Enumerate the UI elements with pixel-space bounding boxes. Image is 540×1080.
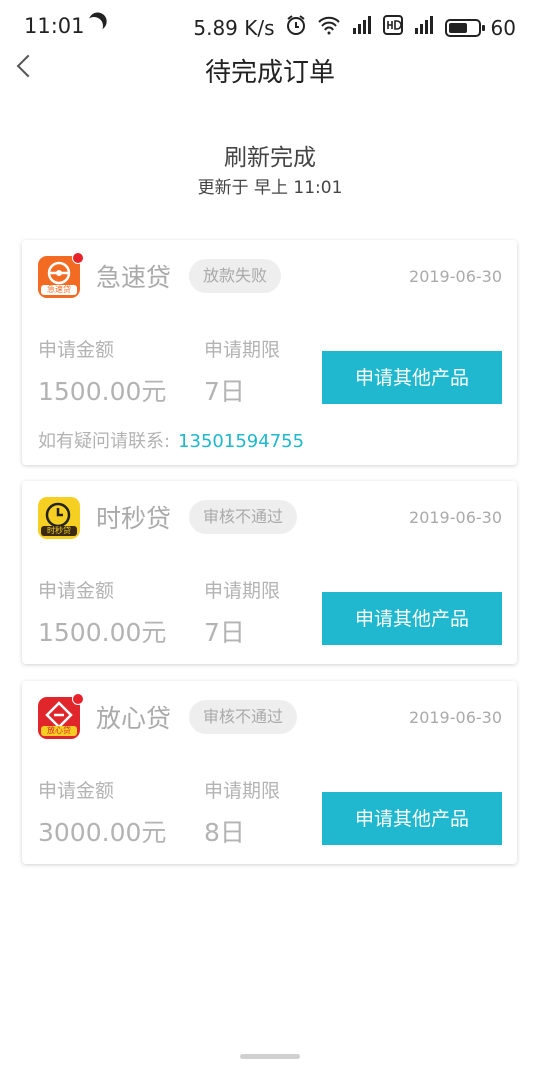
home-indicator[interactable] [240, 1054, 300, 1059]
order-card: 急速贷 急速贷 放款失败 2019-06-30 申请金额 申请期限 1500.0… [22, 240, 517, 465]
status-badge: 审核不通过 [189, 500, 298, 534]
moon-icon [82, 14, 105, 37]
notification-dot [72, 693, 84, 705]
product-name: 急速贷 [96, 263, 172, 292]
apply-other-product-button[interactable]: 申请其他产品 [322, 351, 502, 404]
refresh-title: 刷新完成 [224, 145, 316, 171]
term-value: 7日 [204, 618, 245, 647]
product-logo-icon: 放心贷 [38, 693, 84, 739]
order-date: 2019-06-30 [409, 267, 502, 286]
status-bar: 11:01 5.89 K/s 60 [0, 0, 540, 56]
product-name: 放心贷 [96, 704, 172, 733]
page-title: 待完成订单 [204, 58, 335, 88]
amount-value: 1500.00元 [38, 377, 167, 406]
battery-level: 60 [490, 15, 516, 40]
order-card: 时秒贷 时秒贷 审核不通过 2019-06-30 申请金额 申请期限 1500.… [22, 481, 517, 664]
status-time: 11:01 [24, 14, 85, 38]
amount-value: 1500.00元 [38, 618, 167, 647]
network-speed: 5.89 K/s [193, 15, 275, 40]
alarm-icon [285, 14, 307, 41]
signal-icon [351, 15, 373, 40]
wifi-icon [317, 15, 341, 40]
order-date: 2019-06-30 [409, 508, 502, 527]
term-label: 申请期限 [204, 339, 281, 361]
logo-label: 急速贷 [41, 285, 77, 295]
logo-label: 放心贷 [41, 726, 77, 736]
amount-label: 申请金额 [38, 580, 115, 602]
hd-icon [382, 15, 403, 40]
apply-other-product-button[interactable]: 申请其他产品 [322, 792, 502, 845]
term-value: 8日 [204, 818, 245, 847]
order-date: 2019-06-30 [409, 708, 502, 727]
amount-value: 3000.00元 [38, 818, 167, 847]
signal-icon-2 [413, 15, 435, 40]
amount-label: 申请金额 [38, 780, 115, 802]
logo-label: 时秒贷 [41, 526, 77, 536]
status-badge: 放款失败 [189, 259, 282, 293]
product-name: 时秒贷 [96, 504, 172, 533]
notification-dot [72, 252, 84, 264]
refresh-subtitle: 更新于 早上 11:01 [197, 178, 343, 198]
apply-other-product-button[interactable]: 申请其他产品 [322, 592, 502, 645]
contact-phone-link[interactable]: 13501594755 [178, 431, 304, 452]
product-logo-icon: 时秒贷 [38, 497, 80, 539]
contact-label: 如有疑问请联系: [38, 431, 171, 452]
contact-line: 如有疑问请联系: 13501594755 [38, 427, 304, 453]
amount-label: 申请金额 [38, 339, 115, 361]
status-icons: 5.89 K/s 60 [193, 14, 516, 41]
order-card: 放心贷 放心贷 审核不通过 2019-06-30 申请金额 申请期限 3000.… [22, 681, 517, 864]
term-label: 申请期限 [204, 780, 281, 802]
battery-icon [444, 18, 485, 37]
status-badge: 审核不通过 [189, 700, 298, 734]
term-label: 申请期限 [204, 580, 281, 602]
term-value: 7日 [204, 377, 245, 406]
product-logo-icon: 急速贷 [38, 252, 84, 298]
